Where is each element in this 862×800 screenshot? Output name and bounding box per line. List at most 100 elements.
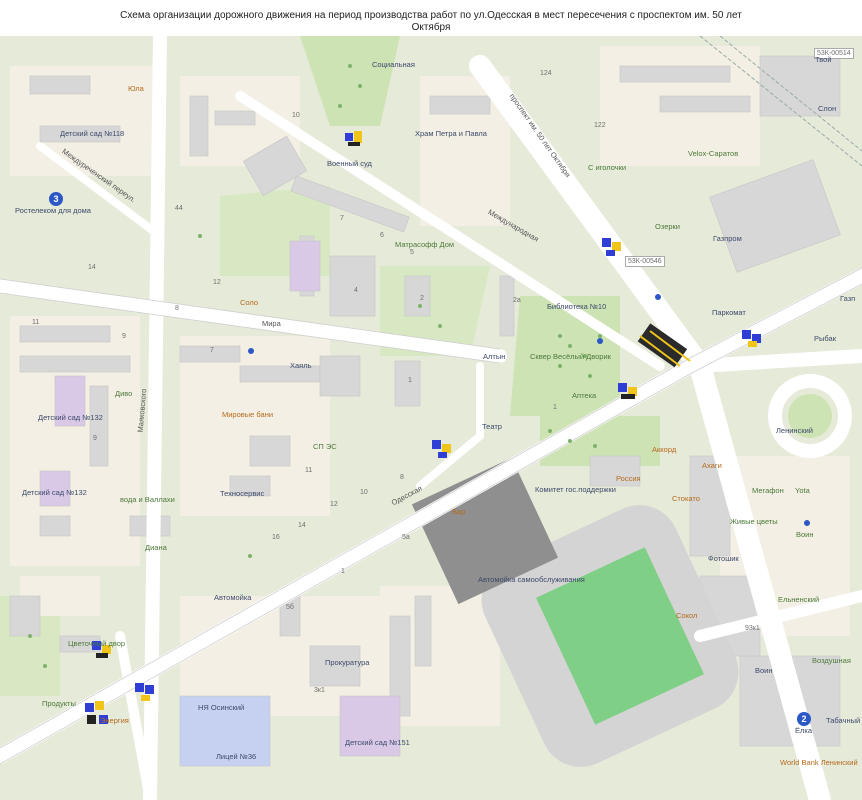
- house-number: 14: [298, 522, 306, 529]
- house-number: 2а: [513, 297, 521, 304]
- poi-label[interactable]: Слон: [818, 104, 836, 113]
- page-title: Схема организации дорожного движения на …: [0, 0, 862, 36]
- poi-label[interactable]: Мировые бани: [222, 410, 273, 419]
- poi-label[interactable]: Детский сад №118: [60, 129, 124, 138]
- house-number: 1: [553, 404, 557, 411]
- house-number: 124: [540, 70, 552, 77]
- poi-label[interactable]: Комитет гос.поддержки: [535, 485, 616, 494]
- poi-label[interactable]: С иголочки: [588, 163, 626, 172]
- street-label-mira: Мира: [262, 319, 281, 328]
- house-number: 8: [175, 305, 179, 312]
- poi-label[interactable]: Продукты: [42, 699, 76, 708]
- poi-label[interactable]: Аккорд: [652, 445, 676, 454]
- poi-label[interactable]: Мегафон: [752, 486, 784, 495]
- poi-label[interactable]: Лицей №36: [216, 752, 256, 761]
- poi-dot[interactable]: [597, 338, 603, 344]
- poi-label[interactable]: Табачный: [826, 716, 860, 725]
- poi-label[interactable]: Газпром: [713, 234, 742, 243]
- poi-label[interactable]: Живые цветы: [730, 517, 778, 526]
- poi-label[interactable]: Твой: [815, 55, 832, 64]
- poi-label[interactable]: Техносервис: [220, 489, 264, 498]
- poi-label[interactable]: Детский сад №132: [22, 488, 87, 497]
- poi-label[interactable]: Цветочный двор: [68, 639, 125, 648]
- poi-label[interactable]: Прокуратура: [325, 658, 369, 667]
- poi-label[interactable]: Алтын: [483, 352, 505, 361]
- poi-label[interactable]: Воздушная: [812, 656, 851, 665]
- poi-label[interactable]: Энергия: [100, 716, 129, 725]
- poi-label[interactable]: НЯ Осинский: [198, 703, 244, 712]
- poi-label[interactable]: Yota: [795, 486, 810, 495]
- poi-label[interactable]: Автомойка: [214, 593, 251, 602]
- poi-label[interactable]: Ростелеком для дома: [15, 206, 91, 215]
- house-number: 11: [305, 467, 313, 474]
- house-number: 12: [330, 501, 338, 508]
- house-number: 9: [93, 435, 97, 442]
- poi-label[interactable]: Матрасофф Дом: [395, 240, 454, 249]
- poi-label[interactable]: Стокато: [672, 494, 700, 503]
- house-number: 14: [88, 264, 96, 271]
- poi-label[interactable]: Газп: [840, 294, 855, 303]
- poi-label[interactable]: вода и Валлахи: [120, 495, 175, 504]
- poi-label[interactable]: Соло: [240, 298, 258, 307]
- poi-label[interactable]: Аптека: [572, 391, 596, 400]
- poi-label[interactable]: Военный суд: [327, 159, 372, 168]
- poi-label[interactable]: СП ЭС: [313, 442, 337, 451]
- poi-label[interactable]: Театр: [482, 422, 502, 431]
- house-number: 1: [408, 377, 412, 384]
- poi-dot[interactable]: [248, 348, 254, 354]
- poi-label[interactable]: Ахаги: [702, 461, 722, 470]
- house-number: 10: [292, 112, 300, 119]
- poi-dot[interactable]: [804, 520, 810, 526]
- house-number: 7: [340, 215, 344, 222]
- map-marker-badge[interactable]: 3: [49, 192, 63, 206]
- poi-dot[interactable]: [655, 294, 661, 300]
- poi-label[interactable]: Храм Петра и Павла: [415, 129, 487, 138]
- poi-label[interactable]: Velox-Саратов: [688, 149, 738, 158]
- poi-label[interactable]: Детский сад №132: [38, 413, 103, 422]
- poi-label[interactable]: Сквер Весёлый Дворик: [530, 352, 611, 361]
- poi-label[interactable]: Библиотека №10: [547, 302, 606, 311]
- title-line-2: Октября: [411, 22, 451, 33]
- map-marker-badge[interactable]: 2: [797, 712, 811, 726]
- house-number: 12: [213, 279, 221, 286]
- poi-label[interactable]: Ёлка: [795, 726, 812, 735]
- house-number: 3к1: [314, 687, 325, 694]
- poi-label[interactable]: Паркомат: [712, 308, 746, 317]
- poi-label[interactable]: Бар: [452, 507, 465, 516]
- poi-label[interactable]: Воин: [796, 530, 814, 539]
- house-number: 4: [354, 287, 358, 294]
- poi-label[interactable]: World Bank Ленинский: [780, 758, 858, 767]
- poi-label[interactable]: Фотошик: [708, 554, 739, 563]
- poi-label[interactable]: Диво: [115, 389, 132, 398]
- poi-label[interactable]: Ленинский: [776, 426, 813, 435]
- poi-label[interactable]: Сокол: [676, 611, 697, 620]
- poi-label[interactable]: Воин: [755, 666, 773, 675]
- map-canvas[interactable]: 3 2 53К-00514 53К-00546 Мира Одесская Ме…: [0, 36, 862, 800]
- poi-label[interactable]: Автомойка самообслуживания: [478, 575, 585, 584]
- poi-label[interactable]: Детский сад №151: [345, 738, 410, 747]
- poi-label[interactable]: Озерки: [655, 222, 680, 231]
- poi-label[interactable]: Россия: [616, 474, 641, 483]
- road-code: 53К-00546: [625, 256, 665, 267]
- house-number: 1: [341, 568, 345, 575]
- house-number: 6: [380, 232, 384, 239]
- house-number: 93к1: [745, 625, 760, 632]
- poi-label[interactable]: Социальная: [372, 60, 415, 69]
- house-number: 16: [272, 534, 280, 541]
- house-number: 10: [360, 489, 368, 496]
- house-number: 9: [122, 333, 126, 340]
- house-number: 2: [420, 295, 424, 302]
- poi-label[interactable]: Рыбак: [814, 334, 836, 343]
- title-line-1: Схема организации дорожного движения на …: [120, 10, 742, 21]
- house-number: 5: [410, 249, 414, 256]
- house-number: 5б: [286, 604, 294, 611]
- house-number: 122: [594, 122, 606, 129]
- poi-label[interactable]: Диана: [145, 543, 167, 552]
- poi-label[interactable]: Юла: [128, 84, 144, 93]
- house-number: 7: [210, 347, 214, 354]
- house-number: 8: [400, 474, 404, 481]
- house-number: 44: [175, 205, 183, 212]
- house-number: 5а: [402, 534, 410, 541]
- poi-label[interactable]: Ельненский: [778, 595, 819, 604]
- poi-label[interactable]: Хаяль: [290, 361, 312, 370]
